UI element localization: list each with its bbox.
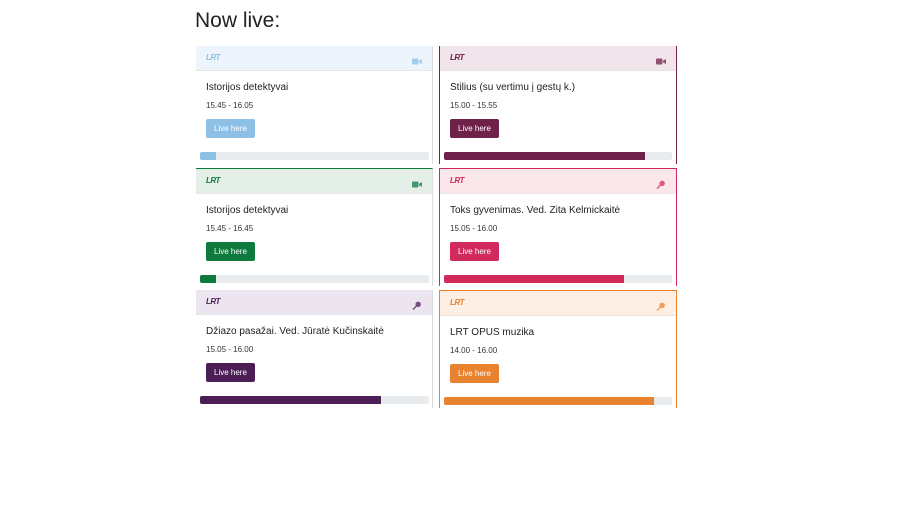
progress-bar	[200, 152, 429, 160]
program-title: Toks gyvenimas. Ved. Zita Kelmickaitė	[450, 205, 621, 216]
program-title: LRT OPUS muzika	[450, 327, 535, 338]
card-header: LRT	[440, 169, 676, 194]
video-camera-icon	[412, 176, 422, 188]
program-title: Stilius (su vertimu į gestų k.)	[450, 82, 576, 93]
live-here-button[interactable]: Live here	[450, 242, 499, 261]
program-time: 15.45 - 16.05	[206, 101, 254, 110]
progress-bar	[444, 152, 672, 160]
progress-bar-fill	[200, 275, 217, 283]
card-header: LRT	[196, 290, 432, 315]
channel-logo: LRT	[206, 176, 220, 185]
page-title: Now live:	[195, 9, 281, 32]
channel-logo: LRT	[450, 53, 464, 62]
program-card: LRT Stilius (su vertimu į gestų k.) 15.0…	[439, 46, 677, 164]
channel-logo: LRT	[450, 298, 464, 307]
progress-bar-fill	[444, 397, 654, 405]
progress-bar-fill	[200, 396, 381, 404]
video-camera-icon	[656, 53, 666, 65]
card-header: LRT	[440, 291, 676, 316]
program-card: LRT Istorijos detektyvai 15.45 - 16.45 L…	[196, 168, 433, 286]
live-here-button[interactable]: Live here	[450, 119, 499, 138]
live-here-button[interactable]: Live here	[206, 119, 255, 138]
progress-bar	[444, 397, 672, 405]
progress-bar	[200, 396, 429, 404]
program-time: 15.05 - 16.00	[206, 345, 254, 354]
microphone-icon	[412, 297, 422, 310]
channel-logo: LRT	[450, 176, 464, 185]
program-card: LRT LRT OPUS muzika 14.00 - 16.00 Live h…	[439, 290, 677, 408]
channel-logo: LRT	[206, 53, 220, 62]
live-here-button[interactable]: Live here	[450, 364, 499, 383]
live-here-button[interactable]: Live here	[206, 242, 255, 261]
program-time: 15.00 - 15.55	[450, 101, 498, 110]
program-time: 15.05 - 16.00	[450, 224, 498, 233]
progress-bar-fill	[444, 275, 625, 283]
program-card: LRT Džiazo pasažai. Ved. Jūratė Kučinska…	[196, 290, 433, 408]
program-time: 15.45 - 16.45	[206, 224, 254, 233]
program-title: Džiazo pasažai. Ved. Jūratė Kučinskaitė	[206, 326, 384, 337]
channel-logo: LRT	[206, 297, 220, 306]
card-header: LRT	[196, 169, 432, 194]
card-header: LRT	[196, 46, 432, 71]
progress-bar-fill	[444, 152, 645, 160]
progress-bar	[200, 275, 429, 283]
live-here-button[interactable]: Live here	[206, 363, 255, 382]
progress-bar	[444, 275, 672, 283]
card-header: LRT	[440, 46, 676, 71]
program-card: LRT Istorijos detektyvai 15.45 - 16.05 L…	[196, 46, 433, 164]
program-title: Istorijos detektyvai	[206, 205, 289, 216]
program-title: Istorijos detektyvai	[206, 82, 289, 93]
video-camera-icon	[412, 53, 422, 65]
program-card: LRT Toks gyvenimas. Ved. Zita Kelmickait…	[439, 168, 677, 286]
program-time: 14.00 - 16.00	[450, 346, 498, 355]
live-grid: LRT Istorijos detektyvai 15.45 - 16.05 L…	[196, 46, 677, 408]
progress-bar-fill	[200, 152, 217, 160]
microphone-icon	[656, 298, 666, 311]
microphone-icon	[656, 176, 666, 189]
